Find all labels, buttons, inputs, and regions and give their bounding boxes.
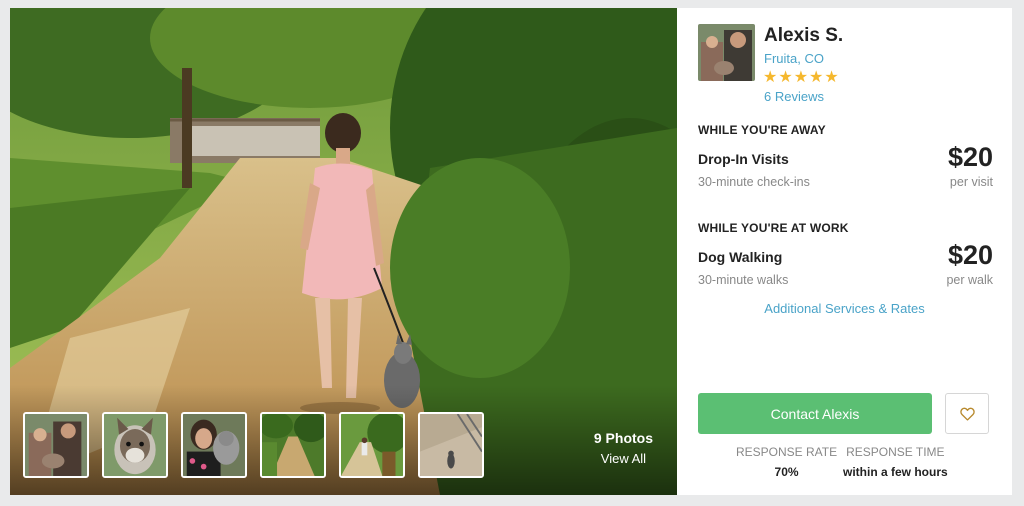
response-rate: RESPONSE RATE 70% [736,445,837,479]
price-unit-drop-in: per visit [949,175,993,189]
thumbnail-strip [23,412,484,478]
contact-button[interactable]: Contact Alexis [698,393,932,434]
response-time: RESPONSE TIME within a few hours [843,445,948,479]
reviews-link[interactable]: 6 Reviews [764,89,824,104]
response-time-value: within a few hours [843,465,948,479]
response-rate-label: RESPONSE RATE [736,445,838,459]
service-desc-drop-in: 30-minute check-ins [698,175,810,189]
sitter-name: Alexis S. [764,25,844,46]
thumbnail-5[interactable] [339,412,405,478]
favorite-button[interactable] [945,393,989,434]
sitter-card: 9 Photos View All Alexis S. Fruita, CO ★… [10,8,1012,495]
price-unit-dog-walking: per walk [946,273,993,287]
section-heading-work: WHILE YOU'RE AT WORK [698,221,849,235]
thumbnail-3[interactable] [181,412,247,478]
avatar[interactable] [698,24,755,81]
service-name-drop-in: Drop-In Visits [698,151,789,167]
photo-count-label: 9 Photos [593,430,653,446]
view-all-link[interactable]: View All [594,451,653,466]
section-heading-away: WHILE YOU'RE AWAY [698,123,826,137]
thumbnail-4[interactable] [260,412,326,478]
photo-count[interactable]: 9 Photos View All [594,430,653,466]
price-drop-in: $20 [947,142,993,172]
service-name-dog-walking: Dog Walking [698,249,783,265]
thumbnail-2[interactable] [102,412,168,478]
additional-services-link[interactable]: Additional Services & Rates [677,301,1012,316]
price-dog-walking: $20 [947,240,993,270]
response-time-label: RESPONSE TIME [846,445,945,459]
hero-photo[interactable]: 9 Photos View All [10,8,677,495]
heart-outline-icon [959,407,975,421]
sitter-panel: Alexis S. Fruita, CO ★★★★★ 6 Reviews WHI… [677,8,1012,495]
service-desc-dog-walking: 30-minute walks [698,273,789,287]
rating-stars: ★★★★★ [763,69,840,86]
thumbnail-1[interactable] [23,412,89,478]
thumbnail-6[interactable] [418,412,484,478]
response-rate-value: 70% [774,465,799,479]
sitter-location[interactable]: Fruita, CO [764,51,824,66]
